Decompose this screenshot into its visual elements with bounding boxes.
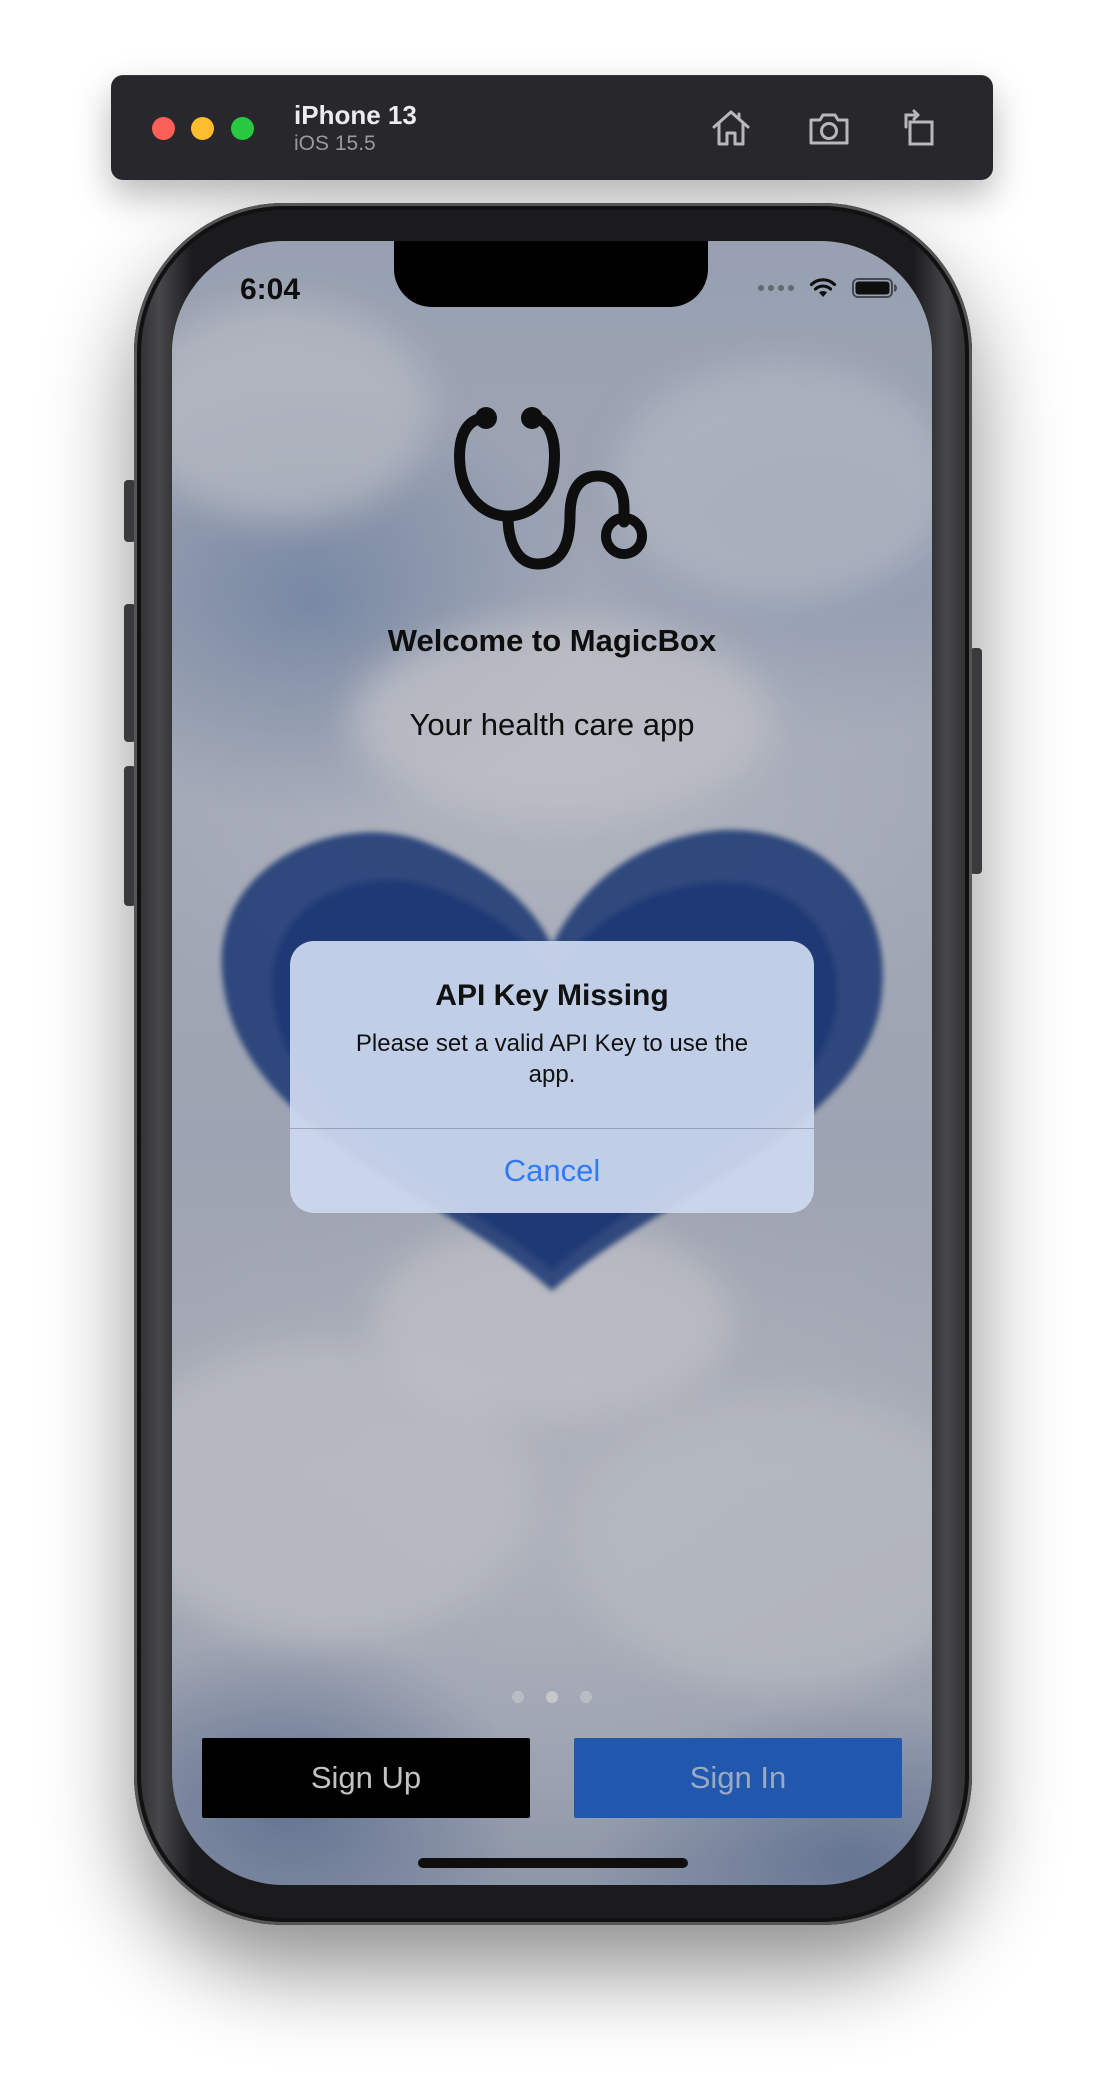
rotate-icon xyxy=(904,109,934,146)
alert-cancel-button[interactable]: Cancel xyxy=(290,1129,814,1213)
alert-title: API Key Missing xyxy=(435,979,669,1012)
home-icon xyxy=(712,110,750,146)
app-screen: 6:04 Welcome to MagicBox Your health car… xyxy=(172,241,932,1885)
screenshot-icon xyxy=(809,113,849,145)
os-version: iOS 15.5 xyxy=(294,132,376,155)
simulator-title-bar: iPhone 13 iOS 15.5 xyxy=(111,75,993,180)
zoom-window-button[interactable] xyxy=(231,117,254,140)
api-key-alert: API Key Missing Please set a valid API K… xyxy=(290,941,814,1213)
screen-capture: iPhone 13 iOS 15.5 6:04 Welcome to Magic… xyxy=(0,0,1104,2076)
rotate-button[interactable] xyxy=(893,102,945,154)
screenshot-button[interactable] xyxy=(803,102,855,154)
close-window-button[interactable] xyxy=(152,117,175,140)
home-button[interactable] xyxy=(705,102,757,154)
device-name: iPhone 13 xyxy=(294,100,417,130)
alert-message: Please set a valid API Key to use the ap… xyxy=(355,1030,749,1088)
minimize-window-button[interactable] xyxy=(191,117,214,140)
